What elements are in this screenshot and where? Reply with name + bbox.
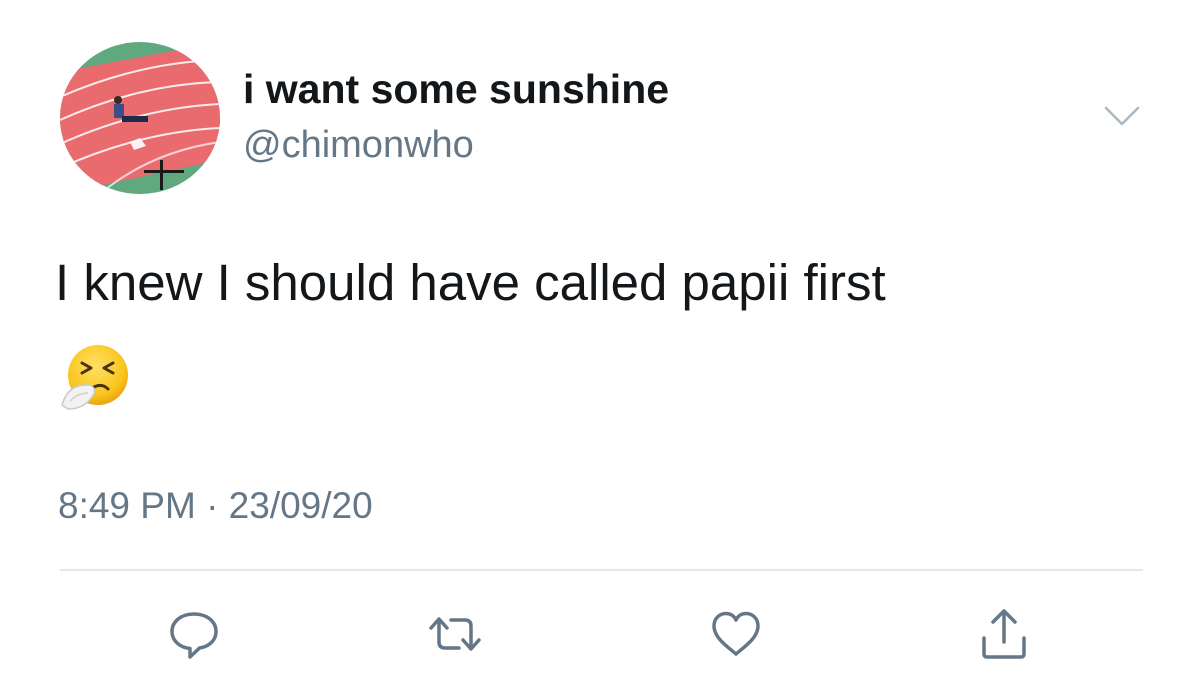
like-button[interactable] — [706, 604, 766, 664]
avatar[interactable] — [60, 42, 220, 194]
sneezing-face-icon — [58, 343, 130, 415]
retweet-button[interactable] — [425, 604, 485, 664]
chevron-down-icon[interactable] — [1100, 100, 1144, 132]
heart-icon — [712, 611, 760, 656]
tweet-text: I knew I should have called papii first — [55, 254, 886, 311]
divider — [60, 569, 1143, 571]
share-icon — [982, 609, 1026, 659]
user-handle[interactable]: @chimonwho — [243, 123, 474, 167]
display-name[interactable]: i want some sunshine — [243, 66, 669, 112]
reply-icon — [170, 612, 218, 659]
tweet-timestamp[interactable]: 8:49 PM · 23/09/20 — [58, 484, 373, 528]
retweet-icon — [429, 617, 481, 651]
reply-button[interactable] — [164, 604, 224, 664]
avatar-image — [60, 42, 220, 194]
share-button[interactable] — [974, 604, 1034, 664]
